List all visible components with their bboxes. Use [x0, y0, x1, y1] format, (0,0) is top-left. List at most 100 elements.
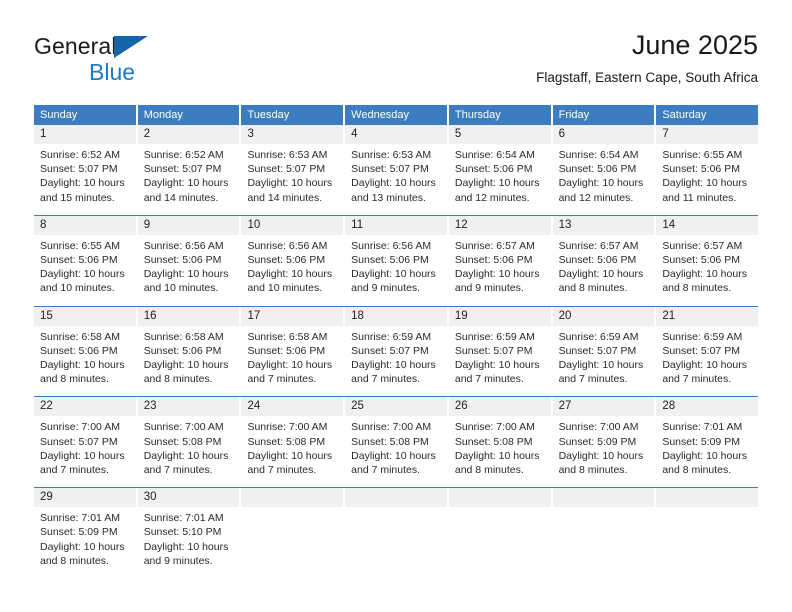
calendar-day-cell[interactable]: 12 Sunrise: 6:57 AM Sunset: 5:06 PM Dayligh…	[448, 215, 553, 302]
calendar-week-row: 29 Sunrise: 7:01 AM Sunset: 5:09 PM Dayligh…	[34, 487, 759, 575]
day-number: 17	[241, 306, 344, 326]
calendar-day-cell[interactable]: 10 Sunrise: 6:56 AM Sunset: 5:06 PM Dayligh…	[241, 215, 346, 302]
day-details: Sunrise: 6:59 AM Sunset: 5:07 PM Daylight:…	[553, 326, 655, 393]
page-subtitle: Flagstaff, Eastern Cape, South Africa	[536, 70, 758, 85]
sunrise-text: Sunrise: 7:01 AM	[143, 512, 224, 525]
page-title: June 2025	[631, 30, 758, 60]
day-details: Sunrise: 6:52 AM Sunset: 5:07 PM Daylight:…	[138, 144, 240, 211]
calendar-day-cell[interactable]: 23 Sunrise: 7:00 AM Sunset: 5:08 PM Dayligh…	[137, 397, 242, 484]
sunset-text: Sunset: 5:07 PM	[351, 344, 429, 357]
calendar-day-cell[interactable]: 29 Sunrise: 7:01 AM Sunset: 5:09 PM Dayligh…	[34, 488, 138, 575]
daylight-text-line2: and 14 minutes.	[143, 191, 219, 204]
day-number: 30	[137, 488, 240, 508]
day-number: 15	[34, 306, 136, 326]
calendar-day-cell[interactable]: 18 Sunrise: 6:59 AM Sunset: 5:07 PM Dayligh…	[345, 306, 449, 393]
day-number: 27	[552, 397, 655, 417]
day-number: 21	[656, 306, 759, 326]
daylight-text-line2: and 9 minutes.	[143, 554, 213, 567]
sunset-text: Sunset: 5:06 PM	[40, 254, 118, 267]
calendar-day-cell[interactable]: 25 Sunrise: 7:00 AM Sunset: 5:08 PM Dayligh…	[345, 397, 449, 484]
weekday-header-thursday: Thursday	[449, 105, 553, 125]
day-number: 5	[448, 125, 551, 144]
day-number	[345, 488, 447, 508]
calendar-day-cell[interactable]: 26 Sunrise: 7:00 AM Sunset: 5:08 PM Dayligh…	[448, 397, 553, 484]
sunset-text: Sunset: 5:07 PM	[40, 435, 118, 448]
brand-logo[interactable]: General Blue	[34, 33, 254, 89]
calendar-day-cell[interactable]: 6 Sunrise: 6:54 AM Sunset: 5:06 PM Daylight…	[552, 125, 657, 211]
day-details: Sunrise: 6:59 AM Sunset: 5:07 PM Daylight:…	[656, 326, 758, 393]
daylight-text-line1: Daylight: 10 hours	[351, 449, 436, 462]
daylight-text-line1: Daylight: 10 hours	[662, 177, 747, 190]
day-details: Sunrise: 7:00 AM Sunset: 5:08 PM Daylight:…	[449, 416, 551, 483]
calendar-day-cell[interactable]: 19 Sunrise: 6:59 AM Sunset: 5:07 PM Dayligh…	[448, 306, 553, 393]
daylight-text-line1: Daylight: 10 hours	[40, 540, 125, 553]
calendar-day-cell[interactable]: 3 Sunrise: 6:53 AM Sunset: 5:07 PM Daylight…	[241, 125, 346, 211]
sunset-text: Sunset: 5:06 PM	[351, 254, 429, 267]
calendar-day-cell[interactable]: 27 Sunrise: 7:00 AM Sunset: 5:09 PM Dayligh…	[552, 397, 657, 484]
sunrise-text: Sunrise: 7:00 AM	[558, 421, 639, 434]
calendar-day-cell[interactable]: 9 Sunrise: 6:56 AM Sunset: 5:06 PM Daylight…	[137, 215, 242, 302]
day-number: 10	[241, 215, 344, 235]
calendar-day-cell[interactable]: 5 Sunrise: 6:54 AM Sunset: 5:06 PM Daylight…	[448, 125, 553, 211]
weekday-header-tuesday: Tuesday	[241, 105, 346, 125]
day-number	[552, 488, 655, 508]
calendar-day-cell[interactable]: 21 Sunrise: 6:59 AM Sunset: 5:07 PM Dayligh…	[656, 306, 759, 393]
sunrise-text: Sunrise: 6:53 AM	[351, 149, 432, 161]
calendar-day-cell[interactable]: 16 Sunrise: 6:58 AM Sunset: 5:06 PM Dayligh…	[137, 306, 242, 393]
calendar-week-row: 8 Sunrise: 6:55 AM Sunset: 5:06 PM Daylight…	[34, 214, 759, 302]
calendar-day-cell-empty	[656, 488, 759, 575]
daylight-text-line1: Daylight: 10 hours	[40, 177, 125, 190]
day-details: Sunrise: 7:01 AM Sunset: 5:09 PM Daylight:…	[34, 507, 136, 574]
calendar-day-cell[interactable]: 14 Sunrise: 6:57 AM Sunset: 5:06 PM Dayligh…	[656, 215, 759, 302]
sunset-text: Sunset: 5:08 PM	[143, 435, 222, 448]
day-number: 25	[345, 397, 447, 417]
daylight-text-line2: and 7 minutes.	[143, 464, 213, 477]
daylight-text-line2: and 10 minutes.	[40, 282, 115, 295]
sunrise-text: Sunrise: 6:54 AM	[454, 149, 535, 161]
daylight-text-line2: and 7 minutes.	[247, 373, 317, 386]
calendar-day-cell[interactable]: 2 Sunrise: 6:52 AM Sunset: 5:07 PM Daylight…	[137, 125, 242, 211]
day-number: 3	[241, 125, 344, 144]
daylight-text-line1: Daylight: 10 hours	[558, 449, 644, 462]
page-header: General Blue June 2025 Flagstaff, Easter…	[34, 28, 758, 96]
daylight-text-line1: Daylight: 10 hours	[247, 359, 333, 372]
day-details: Sunrise: 7:00 AM Sunset: 5:08 PM Daylight:…	[138, 416, 240, 483]
calendar-day-cell[interactable]: 30 Sunrise: 7:01 AM Sunset: 5:10 PM Dayligh…	[137, 488, 242, 575]
calendar-day-cell[interactable]: 7 Sunrise: 6:55 AM Sunset: 5:06 PM Daylight…	[656, 125, 759, 211]
sunset-text: Sunset: 5:07 PM	[454, 344, 533, 357]
sunrise-text: Sunrise: 6:58 AM	[247, 330, 328, 343]
day-details: Sunrise: 6:52 AM Sunset: 5:07 PM Daylight:…	[34, 144, 136, 211]
daylight-text-line2: and 11 minutes.	[662, 191, 737, 204]
calendar-day-cell[interactable]: 15 Sunrise: 6:58 AM Sunset: 5:06 PM Dayligh…	[34, 306, 138, 393]
daylight-text-line2: and 8 minutes.	[558, 464, 628, 477]
calendar-day-cell[interactable]: 13 Sunrise: 6:57 AM Sunset: 5:06 PM Dayligh…	[552, 215, 657, 302]
calendar-day-cell[interactable]: 28 Sunrise: 7:01 AM Sunset: 5:09 PM Dayligh…	[656, 397, 759, 484]
day-number: 9	[137, 215, 240, 235]
calendar-day-cell[interactable]: 22 Sunrise: 7:00 AM Sunset: 5:07 PM Dayligh…	[34, 397, 138, 484]
weekday-header-wednesday: Wednesday	[345, 105, 449, 125]
calendar-day-cell[interactable]: 1 Sunrise: 6:52 AM Sunset: 5:07 PM Daylight…	[34, 125, 138, 211]
calendar-day-cell[interactable]: 24 Sunrise: 7:00 AM Sunset: 5:08 PM Dayligh…	[241, 397, 346, 484]
daylight-text-line2: and 12 minutes.	[558, 191, 634, 204]
calendar-week-row: 22 Sunrise: 7:00 AM Sunset: 5:07 PM Dayligh…	[34, 396, 759, 484]
calendar-day-cell[interactable]: 4 Sunrise: 6:53 AM Sunset: 5:07 PM Daylight…	[345, 125, 449, 211]
sunrise-text: Sunrise: 7:00 AM	[40, 421, 120, 434]
day-number: 26	[448, 397, 551, 417]
calendar-day-cell[interactable]: 8 Sunrise: 6:55 AM Sunset: 5:06 PM Daylight…	[34, 215, 138, 302]
day-number: 22	[34, 397, 136, 417]
daylight-text-line1: Daylight: 10 hours	[662, 449, 747, 462]
daylight-text-line1: Daylight: 10 hours	[558, 177, 644, 190]
daylight-text-line1: Daylight: 10 hours	[247, 268, 333, 281]
day-number: 23	[137, 397, 240, 417]
daylight-text-line2: and 9 minutes.	[454, 282, 524, 295]
calendar-day-cell[interactable]: 11 Sunrise: 6:56 AM Sunset: 5:06 PM Dayligh…	[345, 215, 449, 302]
calendar-day-cell[interactable]: 17 Sunrise: 6:58 AM Sunset: 5:06 PM Dayligh…	[241, 306, 346, 393]
day-details: Sunrise: 7:01 AM Sunset: 5:10 PM Daylight:…	[138, 507, 240, 574]
calendar-week-row: 15 Sunrise: 6:58 AM Sunset: 5:06 PM Dayligh…	[34, 305, 759, 393]
brand-name-general: General	[34, 33, 117, 59]
daylight-text-line2: and 9 minutes.	[351, 282, 421, 295]
sunset-text: Sunset: 5:06 PM	[247, 344, 326, 357]
calendar-day-cell[interactable]: 20 Sunrise: 6:59 AM Sunset: 5:07 PM Dayligh…	[552, 306, 657, 393]
daylight-text-line2: and 14 minutes.	[247, 191, 323, 204]
sunset-text: Sunset: 5:06 PM	[662, 163, 740, 176]
